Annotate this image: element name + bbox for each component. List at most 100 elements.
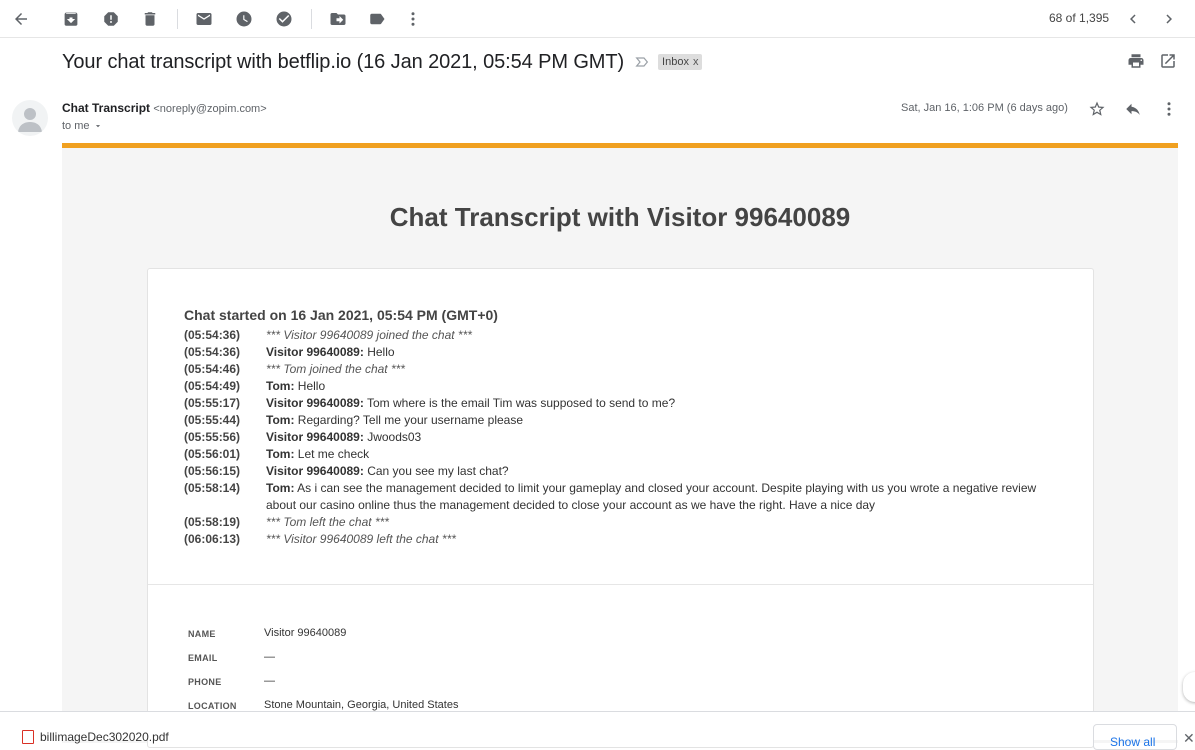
chat-message: *** Visitor 99640089 left the chat ***: [266, 531, 1064, 548]
message-date: Sat, Jan 16, 1:06 PM (6 days ago): [901, 102, 1068, 114]
remove-label-icon[interactable]: x: [693, 56, 699, 68]
chat-message: Tom: Regarding? Tell me your username pl…: [266, 412, 1064, 429]
info-row: EMAIL —: [188, 651, 458, 675]
chat-message: Visitor 99640089: Tom where is the email…: [266, 395, 1064, 412]
chat-speaker: Visitor 99640089:: [266, 464, 364, 478]
reply-icon[interactable]: [1123, 99, 1143, 119]
print-icon[interactable]: [1127, 52, 1147, 72]
info-value: Stone Mountain, Georgia, United States: [264, 699, 459, 711]
info-value: —: [264, 675, 275, 687]
recipient-details-toggle[interactable]: to me: [62, 120, 103, 132]
recipient-text: to me: [62, 120, 90, 132]
show-all-button[interactable]: Show all: [1093, 724, 1177, 750]
older-chevron-right-icon[interactable]: [1158, 8, 1180, 30]
chat-message: *** Visitor 99640089 joined the chat ***: [266, 327, 1064, 344]
inbox-label-text: Inbox: [662, 56, 689, 68]
chat-line: (05:54:36) Visitor 99640089: Hello: [184, 344, 1064, 361]
chat-line: (05:56:01) Tom: Let me check: [184, 446, 1064, 463]
chat-line: (05:55:44) Tom: Regarding? Tell me your u…: [184, 412, 1064, 429]
chat-timestamp: (05:58:19): [184, 515, 241, 529]
chat-message: Tom: Let me check: [266, 446, 1064, 463]
open-new-window-icon[interactable]: [1159, 52, 1179, 72]
sender-line: Chat Transcript <noreply@zopim.com>: [62, 101, 267, 115]
archive-icon[interactable]: [60, 8, 82, 30]
email-body: Chat Transcript with Visitor 99640089 Ch…: [62, 143, 1178, 748]
chat-message: *** Tom joined the chat ***: [266, 361, 1064, 378]
more-options-icon[interactable]: [402, 8, 424, 30]
info-value: —: [264, 651, 275, 663]
more-message-options-icon[interactable]: [1159, 99, 1179, 119]
chat-timestamp: (06:06:13): [184, 532, 241, 546]
chat-text: Let me check: [294, 447, 370, 461]
divider: [148, 584, 1093, 585]
newer-chevron-left-icon[interactable]: [1122, 8, 1144, 30]
chat-timestamp: (05:55:44): [184, 413, 241, 427]
info-key: LOCATION: [188, 701, 237, 711]
chat-message: Visitor 99640089: Hello: [266, 344, 1064, 361]
chat-line: (05:54:49) Tom: Hello: [184, 378, 1064, 395]
close-downloads-icon[interactable]: ✕: [1183, 730, 1195, 747]
subject-row: Your chat transcript with betflip.io (16…: [62, 48, 703, 76]
info-key: EMAIL: [188, 653, 218, 663]
chat-timestamp: (05:55:56): [184, 430, 241, 444]
sender-name[interactable]: Chat Transcript: [62, 101, 150, 115]
chevron-down-icon[interactable]: [93, 121, 103, 131]
email-subject: Your chat transcript with betflip.io (16…: [62, 50, 625, 73]
chat-speaker: Tom:: [266, 481, 295, 495]
chat-text: Hello: [363, 345, 395, 359]
chat-timestamp: (05:54:46): [184, 362, 241, 376]
mark-unread-icon[interactable]: [193, 8, 215, 30]
label-tag-icon[interactable]: [366, 8, 388, 30]
chat-message: Visitor 99640089: Jwoods03: [266, 429, 1064, 446]
move-to-icon[interactable]: [327, 8, 349, 30]
chat-timestamp: (05:56:15): [184, 464, 241, 478]
snooze-clock-icon[interactable]: [233, 8, 255, 30]
chat-text: As i can see the management decided to l…: [266, 481, 1037, 512]
chat-text: *** Tom joined the chat ***: [266, 362, 405, 376]
chat-timestamp: (05:55:17): [184, 396, 241, 410]
chat-line: (05:58:19) *** Tom left the chat ***: [184, 514, 1064, 531]
chat-text: *** Tom left the chat ***: [266, 515, 389, 529]
chat-timestamp: (05:56:01): [184, 447, 241, 461]
chat-line: (06:06:13) *** Visitor 99640089 left the …: [184, 531, 1064, 548]
chat-text: Jwoods03: [363, 430, 422, 444]
chat-message: Tom: As i can see the management decided…: [266, 480, 1064, 514]
info-row: NAME Visitor 99640089: [188, 627, 458, 651]
chat-speaker: Visitor 99640089:: [266, 430, 364, 444]
chat-line: (05:54:46) *** Tom joined the chat ***: [184, 361, 1064, 378]
transcript-title: Chat Transcript with Visitor 99640089: [389, 202, 851, 232]
pager-count: 68 of 1,395: [1049, 11, 1110, 25]
report-spam-icon[interactable]: [100, 8, 122, 30]
chat-text: Can you see my last chat?: [363, 464, 509, 478]
sender-avatar: [12, 100, 48, 136]
sender-email: <noreply@zopim.com>: [153, 103, 267, 115]
delete-icon[interactable]: [139, 8, 161, 30]
chat-speaker: Tom:: [266, 379, 295, 393]
chat-text: *** Visitor 99640089 joined the chat ***: [266, 328, 472, 342]
chat-message: Tom: Hello: [266, 378, 1064, 395]
toolbar: 68 of 1,395: [0, 0, 1195, 38]
chat-text: Tom where is the email Tim was supposed …: [363, 396, 676, 410]
chat-text: *** Visitor 99640089 left the chat ***: [266, 532, 456, 546]
download-item[interactable]: billimageDec302020.pdf: [22, 730, 169, 744]
info-key: NAME: [188, 629, 216, 639]
chat-speaker: Visitor 99640089:: [266, 396, 364, 410]
chat-started-heading: Chat started on 16 Jan 2021, 05:54 PM (G…: [184, 307, 498, 323]
chat-line: (05:54:36) *** Visitor 99640089 joined th…: [184, 327, 1064, 344]
chat-text: Regarding? Tell me your username please: [294, 413, 524, 427]
importance-marker-icon[interactable]: [634, 54, 650, 70]
chat-message: Visitor 99640089: Can you see my last ch…: [266, 463, 1064, 480]
visitor-info: NAME Visitor 99640089 EMAIL — PHONE — LOCATION…: [188, 627, 458, 723]
side-panel-toggle[interactable]: [1183, 672, 1195, 702]
downloads-bar: billimageDec302020.pdf Show all ✕: [0, 711, 1195, 750]
add-task-icon[interactable]: [273, 8, 295, 30]
chat-line: (05:55:17) Visitor 99640089: Tom where is…: [184, 395, 1064, 412]
back-arrow-icon[interactable]: [10, 8, 32, 30]
star-icon[interactable]: [1087, 99, 1107, 119]
info-value: Visitor 99640089: [264, 627, 347, 639]
chat-text: Hello: [294, 379, 326, 393]
info-key: PHONE: [188, 677, 222, 687]
chat-line: (05:55:56) Visitor 99640089: Jwoods03: [184, 429, 1064, 446]
chat-timestamp: (05:54:36): [184, 328, 241, 342]
chat-speaker: Visitor 99640089:: [266, 345, 364, 359]
